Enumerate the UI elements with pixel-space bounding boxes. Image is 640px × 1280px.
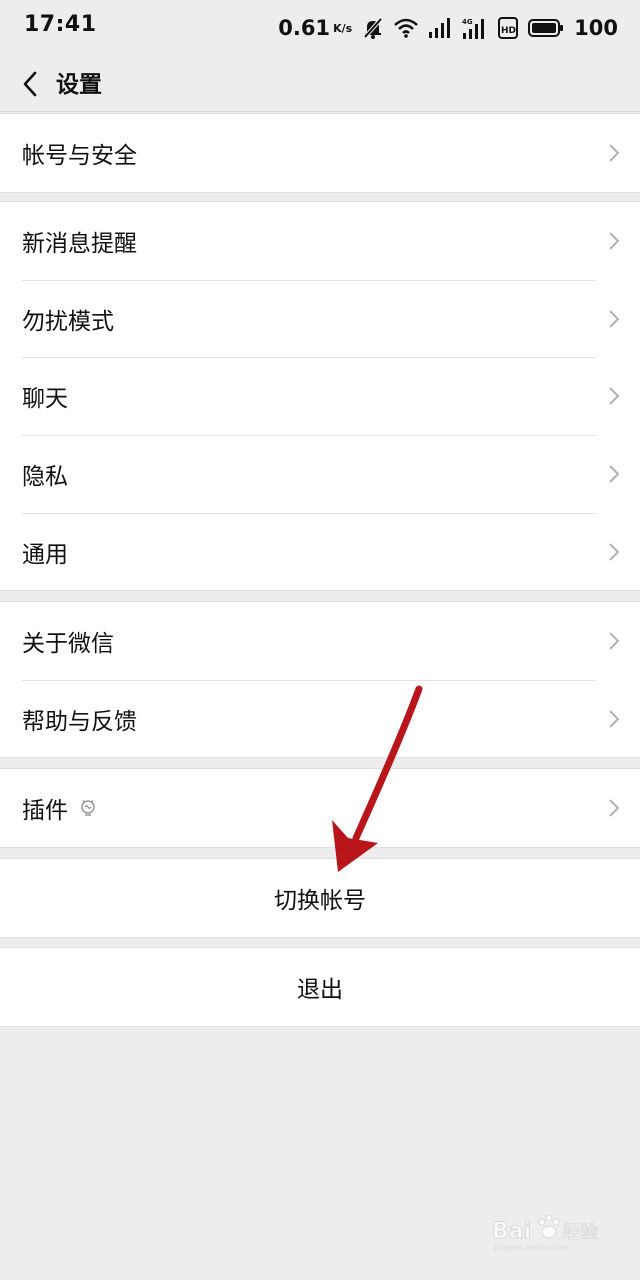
chevron-right-icon bbox=[609, 709, 620, 728]
chevron-left-icon bbox=[23, 71, 37, 97]
settings-item-chat[interactable]: 聊天 bbox=[0, 357, 640, 435]
settings-item-label: 插件 bbox=[22, 797, 68, 824]
signal-4g-icon: 4G bbox=[462, 17, 488, 39]
settings-item-about-wechat[interactable]: 关于微信 bbox=[0, 602, 640, 680]
svg-text:4G: 4G bbox=[462, 18, 473, 26]
settings-item-notifications[interactable]: 新消息提醒 bbox=[0, 202, 640, 280]
chevron-right-icon bbox=[609, 465, 620, 483]
nav-bar: 设置 bbox=[0, 56, 640, 112]
net-speed-unit: K/s bbox=[333, 21, 353, 35]
status-bar: 17:41 0.61 K/s 4G HD 100 bbox=[0, 0, 640, 56]
settings-item-label: 聊天 bbox=[22, 386, 68, 413]
settings-item-label: 帐号与安全 bbox=[22, 142, 137, 169]
wifi-icon bbox=[394, 18, 418, 38]
settings-item-general[interactable]: 通用 bbox=[0, 512, 640, 591]
settings-item-label: 通用 bbox=[22, 541, 68, 568]
watermark-logo: Bai 经验 jingyan.baidu.com bbox=[492, 1208, 612, 1258]
svg-text:HD: HD bbox=[501, 26, 516, 36]
chevron-right-icon bbox=[609, 542, 620, 561]
signal-icon bbox=[428, 18, 452, 38]
settings-item-privacy[interactable]: 隐私 bbox=[0, 435, 640, 513]
settings-item-label: 关于微信 bbox=[22, 630, 114, 657]
mute-bell-icon bbox=[362, 17, 384, 39]
settings-item-account-security[interactable]: 帐号与安全 bbox=[0, 114, 640, 192]
battery-level: 100 bbox=[574, 16, 618, 40]
hd-icon: HD bbox=[498, 17, 519, 39]
switch-account-button[interactable]: 切换帐号 bbox=[0, 859, 640, 937]
svg-text:jingyan.baidu.com: jingyan.baidu.com bbox=[493, 1243, 568, 1252]
settings-item-label: 隐私 bbox=[22, 463, 68, 490]
page-title: 设置 bbox=[56, 72, 102, 98]
chevron-right-icon bbox=[609, 799, 620, 817]
settings-item-help-feedback[interactable]: 帮助与反馈 bbox=[0, 679, 640, 758]
settings-item-do-not-disturb[interactable]: 勿扰模式 bbox=[0, 279, 640, 358]
chevron-right-icon bbox=[609, 144, 620, 162]
chevron-right-icon bbox=[609, 387, 620, 405]
svg-text:经验: 经验 bbox=[562, 1222, 598, 1243]
logout-label: 退出 bbox=[297, 976, 343, 1003]
chevron-right-icon bbox=[609, 309, 620, 328]
svg-text:Bai: Bai bbox=[492, 1219, 531, 1244]
net-speed: 0.61 K/s bbox=[278, 16, 352, 40]
settings-item-plugins[interactable]: 插件 bbox=[0, 769, 640, 847]
logout-button[interactable]: 退出 bbox=[0, 948, 640, 1026]
settings-item-label: 帮助与反馈 bbox=[22, 708, 137, 735]
settings-item-label: 勿扰模式 bbox=[22, 308, 114, 335]
settings-group-account: 帐号与安全 bbox=[0, 113, 640, 193]
settings-group-plugins: 插件 bbox=[0, 768, 640, 848]
switch-account-label: 切换帐号 bbox=[274, 887, 366, 914]
status-time: 17:41 bbox=[24, 12, 97, 37]
switch-account-group: 切换帐号 bbox=[0, 858, 640, 938]
chevron-right-icon bbox=[609, 232, 620, 250]
settings-item-label: 新消息提醒 bbox=[22, 230, 137, 257]
back-button[interactable] bbox=[14, 64, 46, 104]
net-speed-value: 0.61 bbox=[278, 16, 331, 40]
settings-group-general: 新消息提醒 勿扰模式 聊天 隐私 通用 bbox=[0, 201, 640, 592]
plugin-bulb-icon bbox=[80, 799, 96, 817]
settings-group-about: 关于微信 帮助与反馈 bbox=[0, 601, 640, 759]
battery-icon bbox=[528, 18, 564, 38]
logout-group: 退出 bbox=[0, 947, 640, 1027]
chevron-right-icon bbox=[609, 632, 620, 650]
status-right: 0.61 K/s 4G HD 100 bbox=[278, 12, 618, 44]
